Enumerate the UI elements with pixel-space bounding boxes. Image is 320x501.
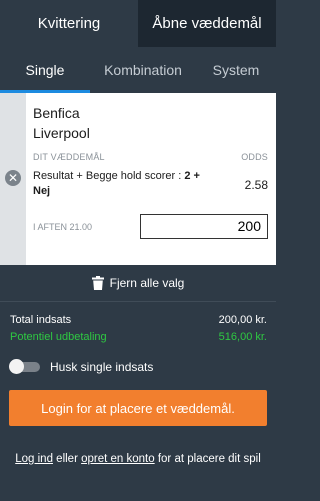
bet-side-strip: ✕ (0, 93, 26, 265)
potential-payout-value: 516,00 kr. (218, 331, 267, 343)
clear-all-label: Fjern alle valg (109, 276, 185, 290)
tab-combination[interactable]: Kombination (90, 47, 196, 93)
create-account-link[interactable]: opret en konto (81, 453, 155, 465)
potential-payout-label: Potentiel udbetaling (10, 331, 107, 343)
odds-value: 2.58 (244, 178, 268, 192)
time-stake-row: I AFTEN 21.00 200 (33, 214, 268, 239)
tab-receipt-label: Kvittering (37, 15, 101, 32)
tab-system[interactable]: System (196, 47, 276, 93)
close-circle-icon[interactable]: ✕ (5, 170, 21, 186)
tab-system-label: System (212, 62, 260, 78)
bet-details: Benfica Liverpool DIT VÆDDEMÅL ODDS Resu… (26, 93, 276, 265)
tab-combination-label: Kombination (104, 62, 182, 78)
team-home: Benfica (33, 105, 80, 121)
tab-single-label: Single (25, 62, 65, 78)
tab-open-bets[interactable]: Åbne væddemål (138, 0, 276, 47)
remember-stake-toggle[interactable] (9, 359, 40, 374)
bet-slip-item: ✕ Benfica Liverpool DIT VÆDDEMÅL ODDS Re… (0, 93, 276, 265)
odds-label: ODDS (241, 152, 268, 162)
event-time: I AFTEN 21.00 (33, 221, 93, 232)
total-stake-row: Total indsats 200,00 kr. (10, 312, 267, 329)
bet-summary: Total indsats 200,00 kr. Potentiel udbet… (0, 302, 276, 374)
selection-market: Resultat + Begge hold scorer : (33, 170, 185, 182)
tab-open-bets-label: Åbne væddemål (152, 15, 262, 32)
footer-or-text: eller (56, 453, 78, 465)
total-stake-value: 200,00 kr. (218, 314, 267, 326)
trash-icon (91, 276, 104, 290)
bet-labels: DIT VÆDDEMÅL ODDS (33, 152, 268, 162)
bet-type-tabs: Single Kombination System (0, 47, 276, 93)
selection-text: Resultat + Begge hold scorer : 2 + Nej (33, 169, 203, 199)
selection-row: Resultat + Begge hold scorer : 2 + Nej 2… (33, 169, 268, 199)
login-footer: Log ind eller opret en konto for at plac… (0, 450, 276, 469)
footer-suffix-text: for at placere dit spil (157, 453, 261, 465)
tab-single[interactable]: Single (0, 47, 90, 93)
top-tabs: Kvittering Åbne væddemål (0, 0, 276, 47)
login-link[interactable]: Log ind (15, 453, 53, 465)
clear-all-button[interactable]: Fjern alle valg (0, 265, 276, 302)
login-to-bet-label: Login for at placere et væddemål. (41, 400, 235, 416)
potential-payout-row: Potentiel udbetaling 516,00 kr. (10, 329, 267, 346)
total-stake-label: Total indsats (10, 314, 72, 326)
stake-input[interactable]: 200 (140, 214, 268, 239)
your-bet-label: DIT VÆDDEMÅL (33, 152, 105, 162)
team-away: Liverpool (33, 125, 90, 141)
remember-stake-label: Husk single indsats (50, 360, 154, 374)
login-to-bet-button[interactable]: Login for at placere et væddemål. (9, 390, 267, 426)
remember-stake-row: Husk single indsats (9, 359, 267, 374)
tab-receipt[interactable]: Kvittering (0, 0, 138, 47)
